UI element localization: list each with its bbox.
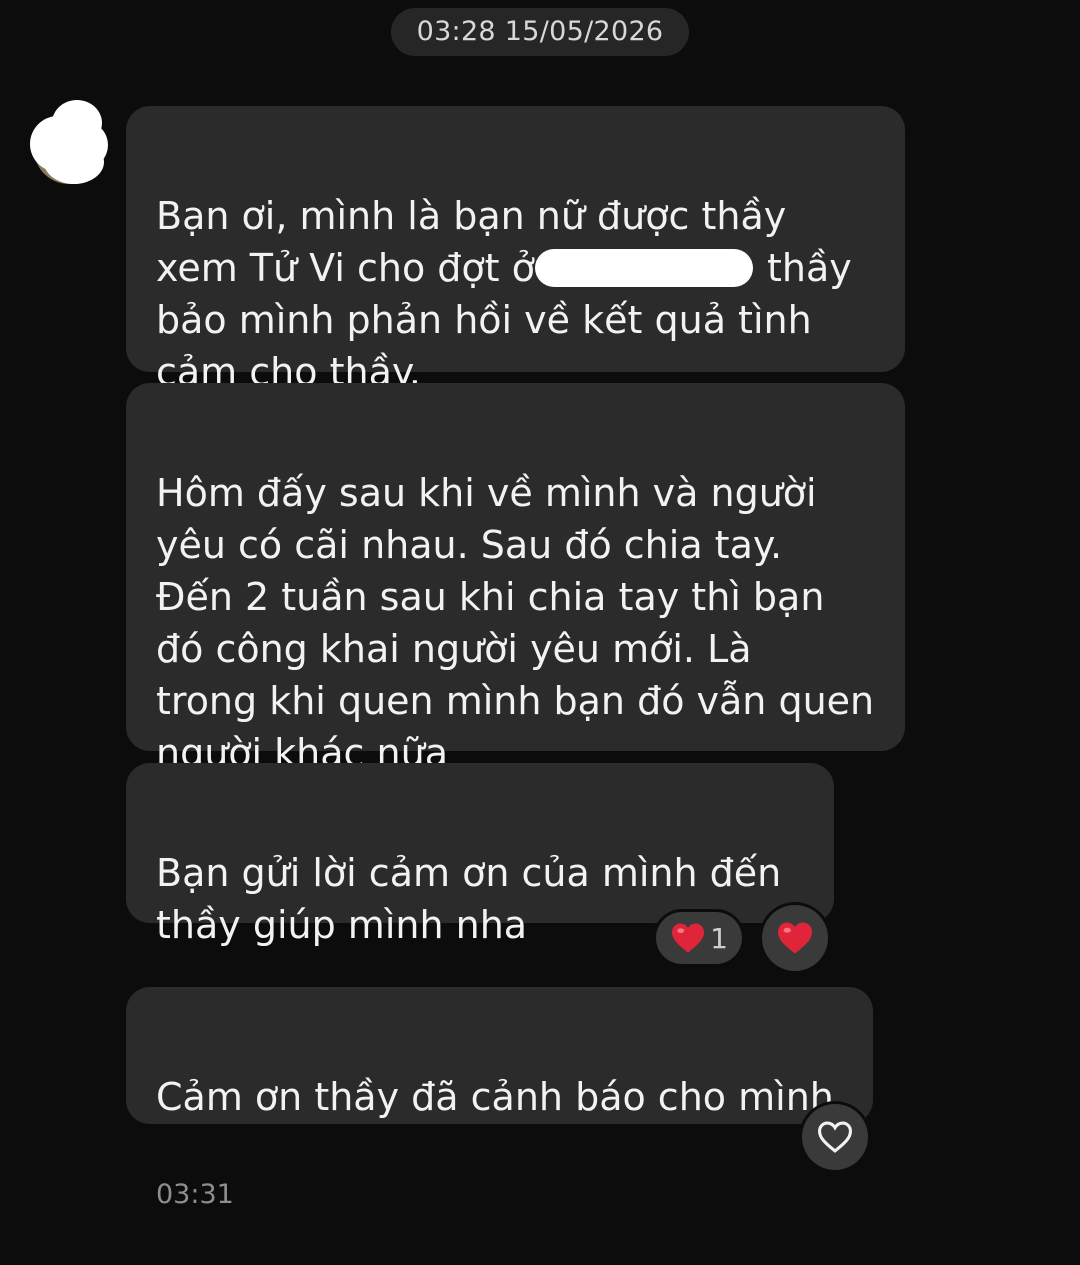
- message-line: xem Tử Vi cho đợt ở: [156, 246, 535, 290]
- message-line: thầy: [754, 246, 852, 290]
- message-text: Hôm đấy sau khi về mình và người yêu có …: [156, 471, 875, 775]
- redaction-mark: [534, 249, 753, 287]
- message-bubble[interactable]: Hôm đấy sau khi về mình và người yêu có …: [126, 383, 905, 775]
- heart-icon: [672, 923, 705, 953]
- date-separator: 03:28 15/05/2026: [391, 8, 689, 56]
- message-text: Cảm ơn thầy đã cảnh báo cho mình: [156, 1075, 834, 1119]
- heart-icon: [778, 922, 812, 954]
- reaction-count: 1: [710, 921, 728, 955]
- react-button[interactable]: [762, 905, 828, 971]
- message-bubble[interactable]: Cảm ơn thầy đã cảnh báo cho mình 03:31: [126, 987, 873, 1210]
- message-text: Bạn ơi, mình là bạn nữ được thầy xem Tử …: [156, 190, 875, 398]
- message-line: bảo mình phản hồi về kết quả tình cảm ch…: [156, 298, 812, 394]
- heart-outline-icon: [817, 1121, 853, 1153]
- message-bubble[interactable]: Bạn ơi, mình là bạn nữ được thầy xem Tử …: [126, 106, 905, 394]
- message-timestamp: 03:31: [156, 1179, 234, 1210]
- message-bubble[interactable]: Bạn gửi lời cảm ơn của mình đến thầy giú…: [126, 763, 834, 947]
- message-line: Bạn ơi, mình là bạn nữ được thầy: [156, 194, 787, 238]
- react-button[interactable]: [802, 1104, 868, 1170]
- reaction-summary[interactable]: 1: [656, 912, 742, 964]
- avatar[interactable]: [30, 100, 108, 184]
